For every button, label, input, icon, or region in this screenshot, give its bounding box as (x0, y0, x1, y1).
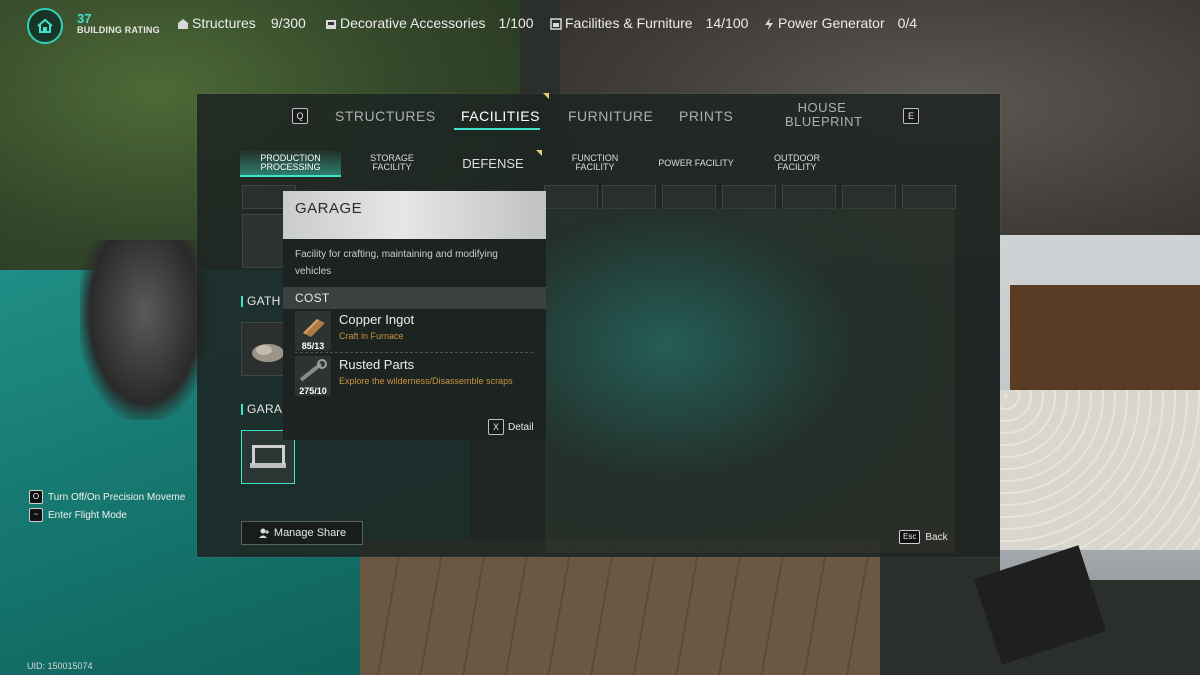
prev-tab-key[interactable]: Q (292, 108, 308, 124)
power-icon (763, 17, 775, 30)
subtab-label: DEFENSE (462, 155, 524, 171)
stat-decorative-accessories: Decorative Accessories 1/100 (325, 15, 534, 31)
tab-facilities[interactable]: FACILITIES (461, 93, 549, 124)
popup-description: Facility for crafting, maintaining and m… (295, 249, 498, 277)
detail-label: Detail (508, 421, 534, 433)
tab-furniture[interactable]: FURNITURE (568, 108, 653, 124)
top-hud: 37 BUILDING RATING Structures 9/300 Deco… (0, 0, 1200, 50)
stat-power-generator: Power Generator 0/4 (763, 15, 917, 31)
section-marker (241, 404, 243, 415)
stat-label: Power Generator (778, 15, 885, 31)
subtab-label-line2: FACILITY (575, 162, 615, 172)
cost-divider (295, 352, 533, 353)
manage-share-label: Manage Share (273, 527, 347, 539)
user-id: UID: 150015074 (27, 661, 93, 671)
back-key: Esc (899, 530, 921, 544)
detail-button[interactable]: X Detail (488, 419, 534, 435)
facility-thumbnail[interactable] (662, 185, 716, 209)
cost-item-rusted-parts: 275/10 Rusted Parts Explore the wilderne… (295, 356, 540, 396)
hint-label: Enter Flight Mode (48, 509, 127, 521)
section-marker (241, 296, 243, 307)
subtab-outdoor-facility[interactable]: OUTDOOR FACILITY (757, 151, 837, 175)
stat-facilities-furniture: Facilities & Furniture 14/100 (550, 15, 748, 31)
facility-thumbnail[interactable] (782, 185, 836, 209)
subtab-storage-facility[interactable]: STORAGE FACILITY (352, 151, 432, 175)
tab-structures[interactable]: STRUCTURES (335, 108, 436, 124)
motorcycle (80, 240, 210, 420)
next-tab-key[interactable]: E (903, 108, 919, 124)
facilities-icon (550, 17, 562, 30)
facility-thumbnail[interactable] (602, 185, 656, 209)
resource-name: Rusted Parts (339, 357, 415, 372)
facility-thumbnail[interactable] (544, 185, 598, 209)
resource-count: 275/10 (299, 386, 327, 396)
subtab-defense[interactable]: DEFENSE (450, 150, 542, 175)
facility-tile[interactable] (242, 214, 286, 268)
subtab-production-processing[interactable]: PRODUCTION PROCESSING (240, 151, 341, 177)
accessories-icon (325, 17, 337, 29)
new-marker-icon (543, 93, 549, 99)
garage-info-popup: GARAGE Facility for crafting, maintainin… (283, 191, 546, 440)
hint-key: O (29, 490, 43, 504)
section-gathering-label: GATH (247, 294, 281, 308)
manage-share-button[interactable]: Manage Share (241, 521, 363, 545)
back-button[interactable]: Esc Back (899, 530, 948, 544)
subtab-label-line2: PROCESSING (260, 162, 321, 172)
popup-title: GARAGE (295, 200, 363, 217)
stat-count: 1/100 (498, 15, 534, 31)
active-tab-indicator (454, 128, 540, 130)
stat-count: 14/100 (705, 15, 749, 31)
cost-item-copper-ingot: 85/13 Copper Ingot Craft in Furnace (295, 311, 540, 351)
structures-icon (177, 17, 189, 29)
stat-count: 9/300 (270, 15, 306, 31)
preview-backdrop (545, 208, 955, 553)
wooden-deck (360, 540, 880, 675)
facility-thumbnail[interactable] (902, 185, 956, 209)
stat-structures: Structures 9/300 (177, 15, 306, 31)
workbench-shelf (1010, 285, 1200, 395)
hint-flight-mode: ~ Enter Flight Mode (29, 508, 127, 522)
subtab-function-facility[interactable]: FUNCTION FACILITY (555, 151, 635, 175)
resource-name: Copper Ingot (339, 312, 415, 327)
subtab-power-facility[interactable]: POWER FACILITY (650, 151, 742, 175)
back-label: Back (925, 531, 948, 543)
resource-source: Explore the wilderness/Disassemble scrap… (339, 376, 513, 386)
person-share-icon (258, 528, 269, 538)
resource-count: 85/13 (301, 341, 325, 351)
building-rating-label: BUILDING RATING (77, 25, 160, 35)
home-icon (27, 8, 63, 44)
tab-label: FACILITIES (461, 108, 540, 124)
resource-source: Craft in Furnace (339, 331, 404, 341)
hint-key: ~ (29, 508, 43, 522)
detail-key: X (488, 419, 504, 435)
stat-label: Decorative Accessories (340, 15, 486, 31)
building-rating-value: 37 (77, 11, 92, 26)
tab-label-line2: BLUEPRINT (785, 114, 863, 129)
tab-house-blueprint[interactable]: HOUSE BLUEPRINT (785, 100, 863, 129)
subtab-label-line2: FACILITY (777, 162, 817, 172)
tab-label-line1: HOUSE (797, 100, 847, 115)
subtab-label-line2: FACILITY (372, 162, 412, 172)
stat-count: 0/4 (897, 15, 918, 31)
facility-thumbnail[interactable] (842, 185, 896, 209)
cost-label: COST (295, 291, 330, 305)
stat-label: Facilities & Furniture (565, 15, 693, 31)
tab-prints[interactable]: PRINTS (679, 108, 733, 124)
facility-thumbnail[interactable] (722, 185, 776, 209)
new-marker-icon (536, 150, 542, 156)
section-garage-label: GARA (247, 402, 283, 416)
stat-label: Structures (192, 15, 256, 31)
hint-precision-movement: O Turn Off/On Precision Moveme (29, 490, 185, 504)
hint-label: Turn Off/On Precision Moveme (48, 491, 186, 503)
pegboard (1000, 390, 1200, 550)
